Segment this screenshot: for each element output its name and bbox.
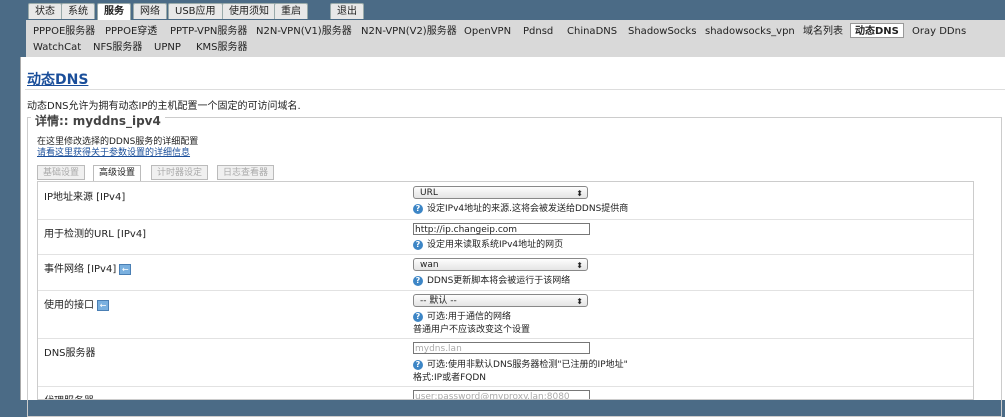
event-network-help-text: DDNS更新脚本将会被运行于该网络 [427,276,571,286]
check-url-input[interactable]: http://ip.changeip.com [413,223,590,235]
tab-usage-notes[interactable]: 使用须知 [222,3,276,19]
proxy-server-placeholder: user:password@myproxy.lan:8080 [413,390,590,399]
event-network-select[interactable]: wan ⬍ [413,258,588,271]
tab-logout[interactable]: 退出 [330,3,364,19]
subnav-upnp[interactable]: UPNP [150,40,185,55]
subnav-n2n-v2[interactable]: N2N-VPN(V2)服务器 [357,24,461,39]
subnav-domain-list[interactable]: 域名列表 [799,24,847,39]
select-arrows-icon: ⬍ [576,189,583,198]
subnav-shadowsocks-vpn[interactable]: shadowsocks_vpn [701,24,799,39]
subnav-ddns[interactable]: 动态DNS [850,23,904,38]
tab-advanced-settings[interactable]: 高级设置 [93,165,142,181]
subnav-pppoe-relay[interactable]: PPPOE穿透 [101,24,161,39]
detail-legend: 详情:: myddns_ipv4 [31,112,165,129]
dns-server-label: DNS服务器 [44,348,96,359]
tab-network[interactable]: 网络 [133,3,167,19]
top-nav: 状态 系统 服务 网络 USB应用 使用须知 重启 退出 [0,0,1005,20]
subnav-shadowsocks[interactable]: ShadowSocks [624,24,700,39]
row-proxy-server: 代理服务器 user:password@myproxy.lan:8080 [38,386,973,399]
event-network-label-wrap: 事件网络 [IPv4] ← [44,260,132,275]
info-icon: ? [413,311,423,322]
check-url-label: 用于检测的URL [IPv4] [44,229,147,240]
bind-interface-help-text: 可选:用于通信的网络 [427,312,512,322]
tab-timer-settings[interactable]: 计时器设定 [151,165,209,180]
tab-system[interactable]: 系统 [61,3,95,19]
dns-server-help: ? 可选:使用非默认DNS服务器检测"已注册的IP地址" [413,357,628,370]
select-arrows-icon: ⬍ [576,297,583,306]
reset-icon[interactable]: ← [119,263,132,275]
subnav-pppoe-server[interactable]: PPPOE服务器 [29,24,99,39]
subnav-kms[interactable]: KMS服务器 [192,40,252,55]
row-check-url: 用于检测的URL [IPv4] http://ip.changeip.com ?… [38,219,973,255]
sub-nav: PPPOE服务器 PPPOE穿透 PPTP-VPN服务器 N2N-VPN(V1)… [26,20,1005,57]
row-event-network: 事件网络 [IPv4] ← wan ⬍ ? DDNS更新脚本将会被运行于该网络 [38,254,973,291]
subnav-watchcat[interactable]: WatchCat [29,40,85,55]
bind-interface-label: 使用的接口 [44,300,94,311]
tab-status[interactable]: 状态 [28,3,62,19]
bind-interface-label-wrap: 使用的接口 ← [44,296,109,311]
page-title: 动态DNS [27,72,89,88]
event-network-label: 事件网络 [IPv4] [44,264,117,275]
proxy-server-label: 代理服务器 [44,392,94,399]
tab-services[interactable]: 服务 [97,3,131,20]
dns-server-input[interactable]: mydns.lan [413,342,590,354]
ip-source-select[interactable]: URL ⬍ [413,186,588,199]
ip-source-value: URL [420,188,438,198]
check-url-value: http://ip.changeip.com [413,223,590,235]
event-network-value: wan [420,260,439,270]
subnav-oray-ddns[interactable]: Oray DDns [908,24,970,39]
tab-reboot[interactable]: 重启 [274,3,308,19]
page-description: 动态DNS允许为拥有动态IP的主机配置一个固定的可访问域名. [27,101,301,112]
tab-basic-settings[interactable]: 基础设置 [37,165,86,180]
subnav-chinadns[interactable]: ChinaDNS [563,24,621,39]
row-bind-interface: 使用的接口 ← -- 默认 -- ⬍ ? 可选:用于通信的网络 普通用户不应该改变这个… [38,290,973,339]
check-url-help: ? 设定用来读取系统IPv4地址的网页 [413,237,563,250]
ip-source-label: IP地址来源 [IPv4] [44,192,126,203]
bind-interface-select[interactable]: -- 默认 -- ⬍ [413,294,588,307]
bind-interface-value: -- 默认 -- [420,296,457,306]
bind-interface-help2: 普通用户不应该改变这个设置 [413,325,531,335]
subnav-openvpn[interactable]: OpenVPN [460,24,515,39]
reset-icon[interactable]: ← [97,299,109,311]
detail-help-link[interactable]: 请看这里获得关于参数设置的详细信息 [37,145,190,158]
options-table: IP地址来源 [IPv4] URL ⬍ ? 设定IPv4地址的来源.这将会被发送给D… [37,181,974,400]
dns-server-placeholder: mydns.lan [413,342,590,354]
tab-log-viewer[interactable]: 日志查看器 [217,165,275,180]
check-url-help-text: 设定用来读取系统IPv4地址的网页 [427,240,564,250]
bind-interface-help: ? 可选:用于通信的网络 [413,309,511,322]
info-icon: ? [413,239,423,250]
title-divider [25,89,1005,90]
proxy-server-input[interactable]: user:password@myproxy.lan:8080 [413,390,590,399]
row-ip-source: IP地址来源 [IPv4] URL ⬍ ? 设定IPv4地址的来源.这将会被发送给D… [38,182,973,220]
ip-source-help-text: 设定IPv4地址的来源.这将会被发送给DDNS提供商 [427,204,629,214]
event-network-help: ? DDNS更新脚本将会被运行于该网络 [413,273,570,286]
tab-usb[interactable]: USB应用 [168,3,223,19]
dns-server-help-text: 可选:使用非默认DNS服务器检测"已注册的IP地址" [427,360,628,370]
subnav-pptp-vpn[interactable]: PPTP-VPN服务器 [166,24,251,39]
info-icon: ? [413,203,423,214]
subnav-nfs[interactable]: NFS服务器 [89,40,146,55]
select-arrows-icon: ⬍ [576,261,583,270]
info-icon: ? [413,359,423,370]
info-icon: ? [413,275,423,286]
dns-server-help2: 格式:IP或者FQDN [413,373,487,383]
subnav-n2n-v1[interactable]: N2N-VPN(V1)服务器 [252,24,356,39]
main-panel: 动态DNS 动态DNS允许为拥有动态IP的主机配置一个固定的可访问域名. 详情:… [20,57,1005,417]
row-dns-server: DNS服务器 mydns.lan ? 可选:使用非默认DNS服务器检测"已注册的I… [38,338,973,387]
ip-source-help: ? 设定IPv4地址的来源.这将会被发送给DDNS提供商 [413,201,628,214]
subnav-pdnsd[interactable]: Pdnsd [519,24,557,39]
